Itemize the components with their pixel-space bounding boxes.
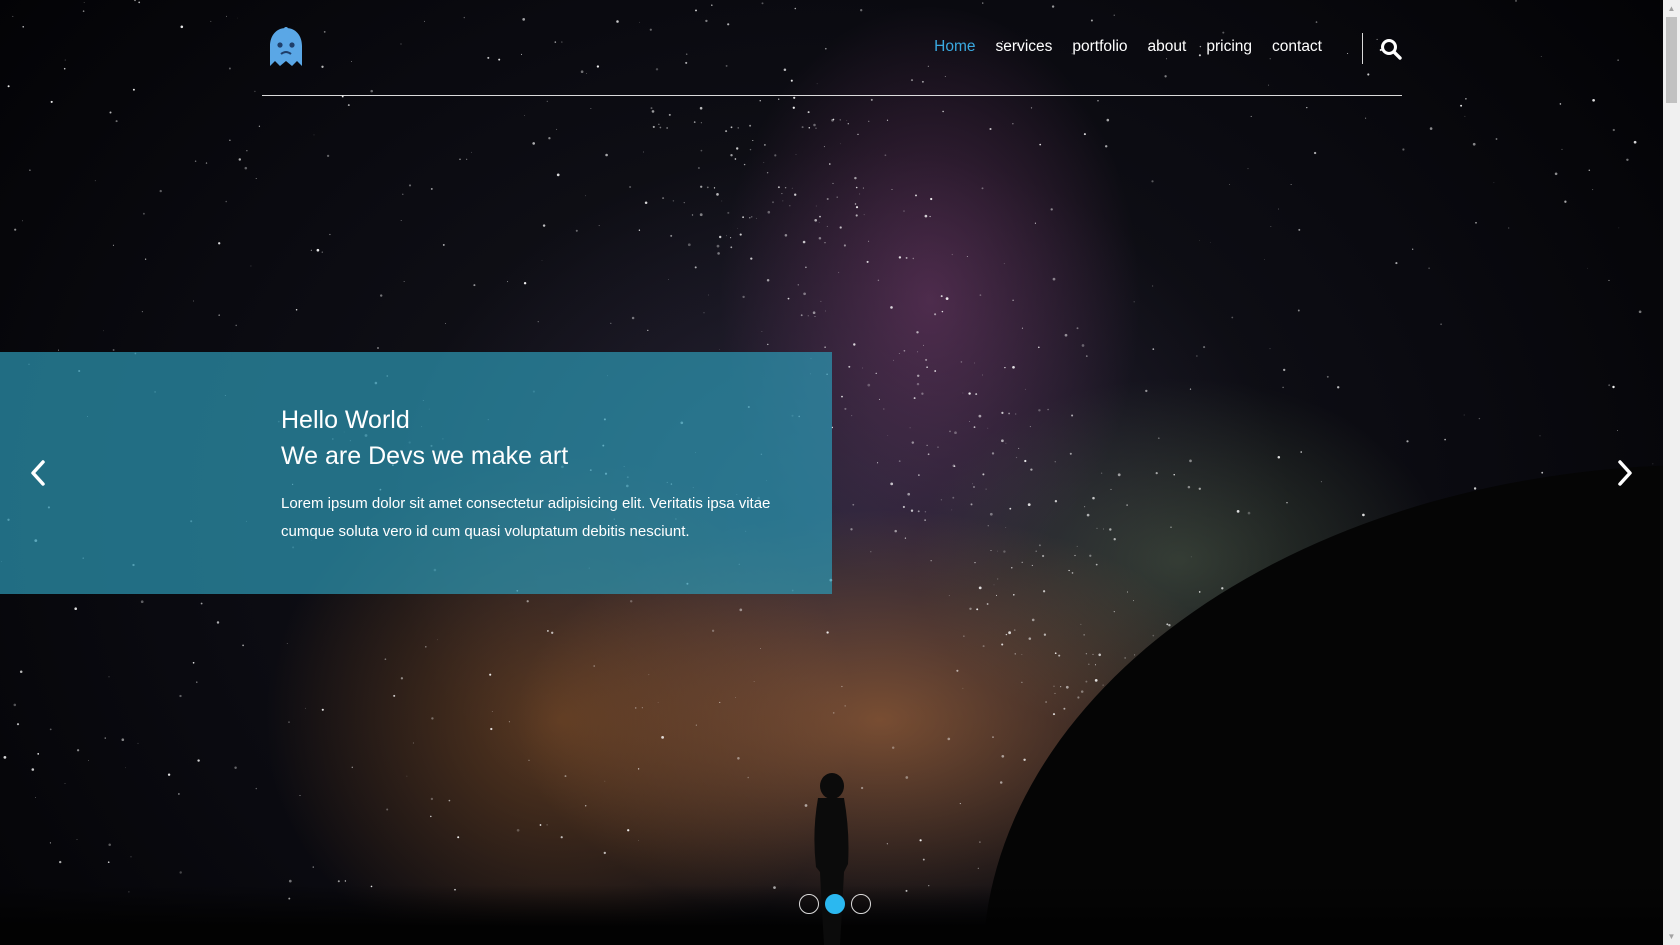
carousel-dot-2[interactable] [825, 894, 845, 914]
nav-contact[interactable]: contact [1272, 38, 1322, 56]
scroll-down-icon[interactable]: ▼ [1663, 928, 1680, 945]
carousel-dot-1[interactable] [799, 894, 819, 914]
ghost-mascot-icon[interactable] [266, 26, 306, 68]
search-icon[interactable] [1380, 38, 1402, 60]
nav-pricing[interactable]: pricing [1206, 38, 1252, 56]
nav-divider [1362, 33, 1363, 64]
site-header: Home services portfolio about pricing co… [262, 0, 1402, 96]
chevron-left-icon[interactable] [26, 458, 50, 488]
nav-home[interactable]: Home [934, 38, 975, 56]
carousel-indicators [799, 894, 871, 914]
nav-services[interactable]: services [996, 38, 1053, 56]
slide-title: Hello World [281, 406, 410, 434]
scroll-thumb[interactable] [1666, 17, 1677, 103]
scroll-up-icon[interactable]: ▲ [1663, 0, 1680, 17]
person-silhouette [814, 773, 849, 945]
main-nav: Home services portfolio about pricing co… [914, 38, 1322, 56]
slide-body: Lorem ipsum dolor sit amet consectetur a… [281, 495, 771, 540]
slide-caption-panel: Hello World We are Devs we make art Lore… [0, 352, 832, 594]
slide-subtitle: We are Devs we make art [281, 442, 569, 470]
nav-about[interactable]: about [1148, 38, 1187, 56]
nav-portfolio[interactable]: portfolio [1072, 38, 1127, 56]
chevron-right-icon[interactable] [1613, 458, 1637, 488]
vertical-scrollbar[interactable]: ▲ ▼ [1663, 0, 1680, 945]
carousel-dot-3[interactable] [851, 894, 871, 914]
